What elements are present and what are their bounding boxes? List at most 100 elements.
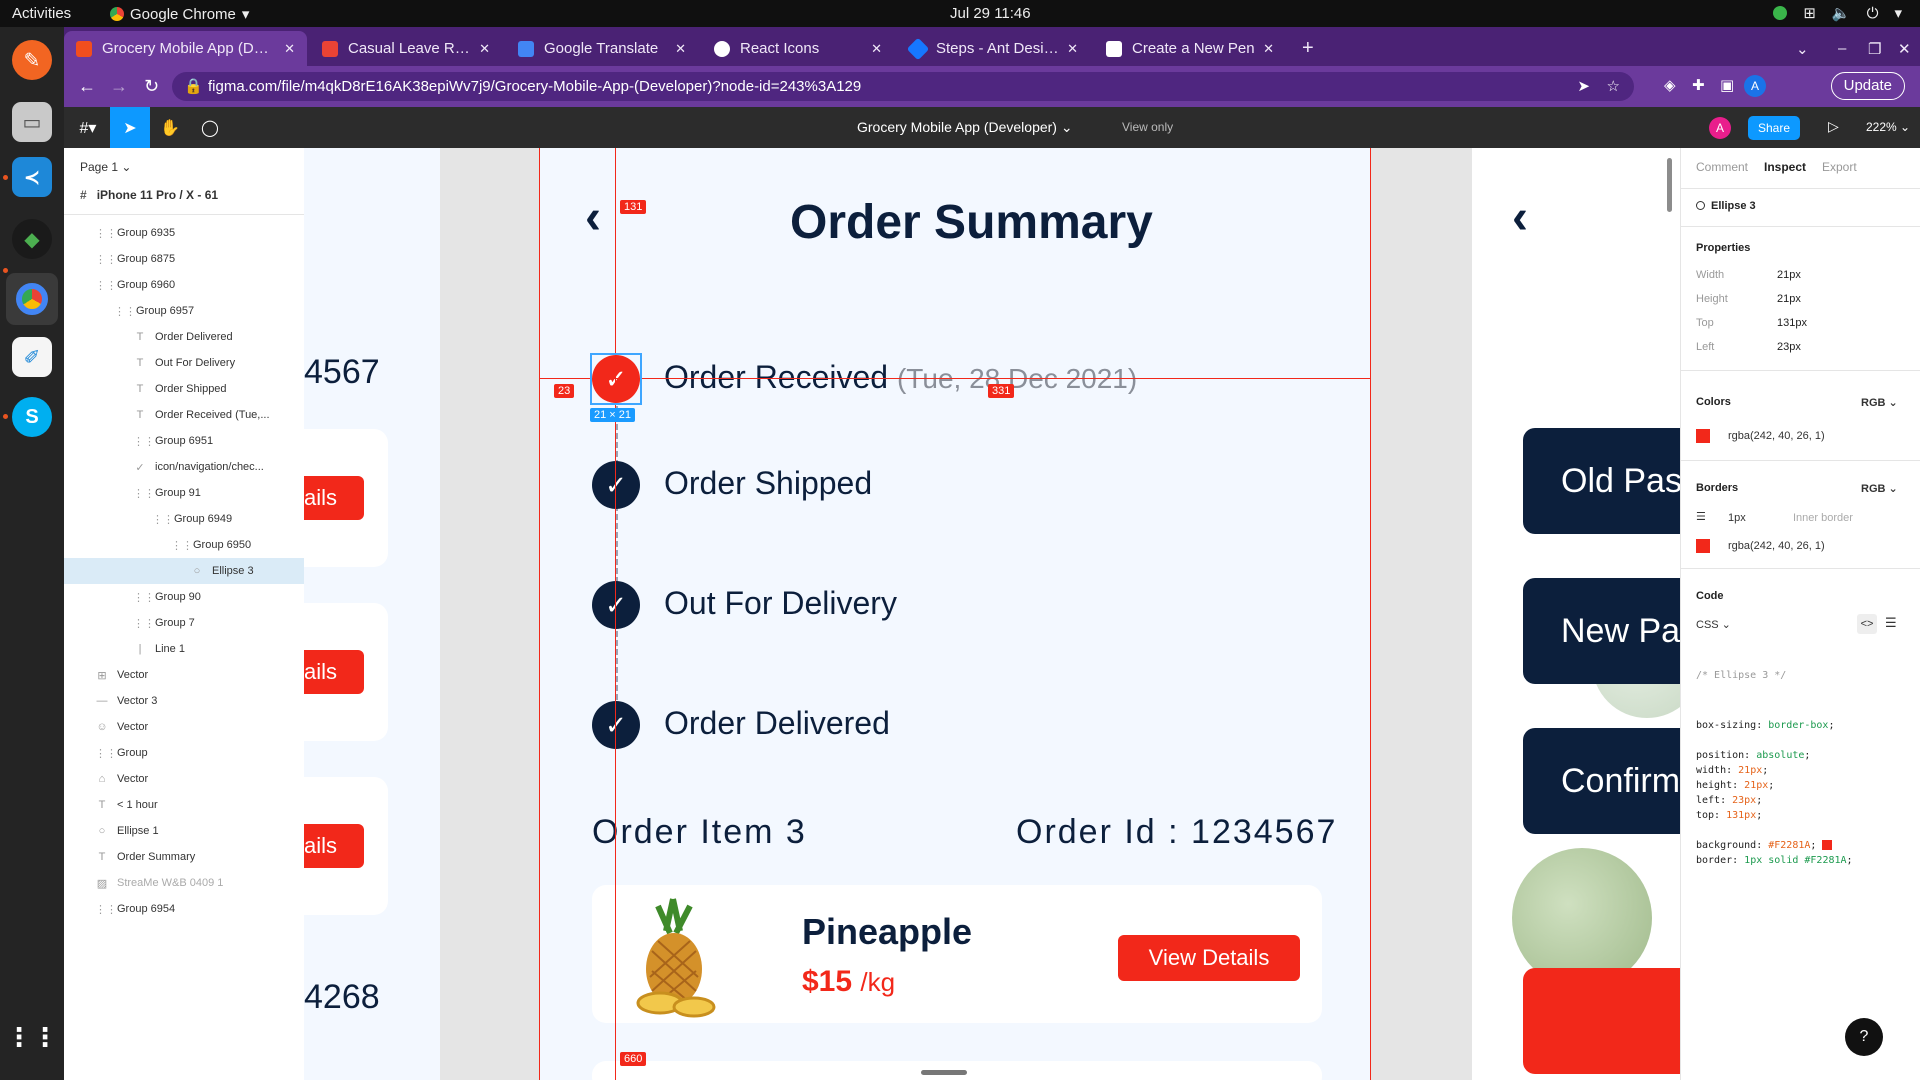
layer-row[interactable]: ⋮⋮ Group 6960 (64, 272, 304, 298)
layer-row[interactable]: — Vector 3 (64, 688, 304, 714)
close-icon[interactable]: ✕ (1263, 41, 1274, 57)
close-icon[interactable]: ✕ (675, 41, 686, 57)
user-avatar[interactable]: A (1709, 117, 1731, 139)
layer-row[interactable]: T Order Summary (64, 844, 304, 870)
layer-row[interactable]: ○ Ellipse 1 (64, 818, 304, 844)
tab-export[interactable]: Export (1822, 160, 1857, 174)
close-icon[interactable]: ✕ (284, 41, 295, 57)
layer-row[interactable]: ⋮⋮ Group 6935 (64, 220, 304, 246)
tab-search-icon[interactable]: ⌄ (1784, 31, 1814, 66)
close-window-icon[interactable]: ✕ (1886, 31, 1916, 66)
dock-files-icon[interactable]: ▭ (12, 102, 52, 142)
layer-row[interactable]: ⋮⋮ Group 7 (64, 610, 304, 636)
layer-row[interactable]: ⋮⋮ Group 6875 (64, 246, 304, 272)
figma-canvas[interactable]: 4567 ails ails ails 4268 ‹ Order Summary… (304, 148, 1680, 1080)
layer-row[interactable]: ☺ Vector (64, 714, 304, 740)
layer-row[interactable]: | Line 1 (64, 636, 304, 662)
system-tray[interactable]: ⊞ 🔈 ⏻ ▾ (1773, 4, 1902, 22)
help-button[interactable]: ? (1845, 1018, 1883, 1056)
tab-google-translate[interactable]: Google Translate ✕ (506, 31, 698, 66)
figma-toolbar: #▾ ➤ ✋ ◯ Grocery Mobile App (Developer) … (64, 107, 1920, 148)
layer-row[interactable]: ⋮⋮ Group 90 (64, 584, 304, 610)
send-icon[interactable]: ➤ (1577, 72, 1590, 101)
tab-casual-leave[interactable]: Casual Leave Required - d ✕ (310, 31, 502, 66)
code-language-dropdown[interactable]: CSS ⌄ (1696, 618, 1731, 631)
layer-row[interactable]: ○ Ellipse 3 (64, 558, 304, 584)
frame-layer[interactable]: # iPhone 11 Pro / X - 61 (80, 188, 218, 202)
activities-button[interactable]: Activities (12, 5, 71, 22)
dock-text-editor-icon[interactable]: ✐ (12, 337, 52, 377)
tab-comment[interactable]: Comment (1696, 160, 1748, 174)
layer-row[interactable]: ⋮⋮ Group 6951 (64, 428, 304, 454)
update-button[interactable]: Update (1830, 72, 1905, 100)
move-tool-icon[interactable]: ➤ (110, 107, 150, 148)
address-input[interactable]: 🔒 figma.com/file/m4qkD8rE16AK38epiWv7j9/… (172, 72, 1634, 101)
border-mode-dropdown[interactable]: RGB ⌄ (1861, 482, 1898, 495)
layer-row[interactable]: ⊞ Vector (64, 662, 304, 688)
layer-row[interactable]: ⋮⋮ Group 6949 (64, 506, 304, 532)
color-mode-dropdown[interactable]: RGB ⌄ (1861, 396, 1898, 409)
minimize-icon[interactable]: – (1826, 31, 1856, 66)
layer-row[interactable]: ⋮⋮ Group (64, 740, 304, 766)
page-selector[interactable]: Page 1 ⌄ (80, 160, 131, 174)
extension-icon[interactable]: ◈ (1664, 76, 1676, 94)
tab-grocery-app[interactable]: Grocery Mobile App (Deve ✕ (64, 31, 307, 66)
layer-row[interactable]: ⋮⋮ Group 91 (64, 480, 304, 506)
app-menu[interactable]: Google Chrome ▾ (110, 5, 249, 23)
layer-row[interactable]: ⌂ Vector (64, 766, 304, 792)
horizontal-scrollbar[interactable] (921, 1070, 967, 1075)
layer-row[interactable]: ✓ icon/navigation/chec... (64, 454, 304, 480)
tab-ant-design-steps[interactable]: Steps - Ant Design ✕ (898, 31, 1090, 66)
color-swatch[interactable] (1696, 429, 1710, 443)
tab-inspect[interactable]: Inspect (1764, 160, 1806, 174)
clock[interactable]: Jul 29 11:46 (950, 5, 1031, 22)
layer-row[interactable]: T Order Received (Tue,... (64, 402, 304, 428)
file-title[interactable]: Grocery Mobile App (Developer) ⌄ (857, 119, 1073, 136)
code-view-icon[interactable]: <> (1857, 614, 1877, 634)
border-color-swatch[interactable] (1696, 539, 1710, 553)
show-apps-icon[interactable]: ⋮⋮ (6, 1017, 58, 1057)
fill-color-value[interactable]: rgba(242, 40, 26, 1) (1728, 430, 1825, 442)
dock-chrome-icon[interactable] (6, 273, 58, 325)
present-icon[interactable]: ▷ (1828, 118, 1839, 135)
sidepanel-icon[interactable]: ▣ (1720, 76, 1734, 94)
layer-row[interactable]: ▨ StreaMe W&B 0409 1 (64, 870, 304, 896)
dock-vscode-icon[interactable]: ≺ (12, 157, 52, 197)
puzzle-icon[interactable]: ✚ (1692, 76, 1705, 94)
bookmark-star-icon[interactable]: ☆ (1607, 72, 1620, 101)
prop-label: Height (1696, 293, 1728, 305)
close-icon[interactable]: ✕ (1067, 41, 1078, 57)
back-icon[interactable]: ← (78, 76, 96, 97)
dock-mongodb-icon[interactable]: ◆ (12, 219, 52, 259)
new-tab-button[interactable]: + (1290, 31, 1330, 66)
reload-icon[interactable]: ↻ (144, 76, 159, 97)
translate-favicon-icon (518, 40, 534, 57)
css-property: box-sizing: (1696, 720, 1769, 731)
layer-row[interactable]: T Order Shipped (64, 376, 304, 402)
dock-figma-icon[interactable]: ✎ (12, 40, 52, 80)
layer-row[interactable]: T Out For Delivery (64, 350, 304, 376)
comment-tool-icon[interactable]: ◯ (190, 107, 230, 148)
border-color-value[interactable]: rgba(242, 40, 26, 1) (1728, 540, 1825, 552)
layer-row[interactable]: ⋮⋮ Group 6957 (64, 298, 304, 324)
layer-row[interactable]: T < 1 hour (64, 792, 304, 818)
tab-codepen[interactable]: Create a New Pen ✕ (1094, 31, 1286, 66)
list-view-icon[interactable]: ☰ (1885, 615, 1897, 631)
tab-react-icons[interactable]: React Icons ✕ (702, 31, 894, 66)
view-details-button[interactable]: View Details (1118, 935, 1300, 981)
share-button[interactable]: Share (1748, 116, 1801, 140)
zoom-dropdown[interactable]: 222% ⌄ (1866, 120, 1910, 134)
maximize-icon[interactable]: ❐ (1856, 31, 1886, 66)
figma-menu-icon[interactable]: #▾ (68, 107, 108, 148)
layer-row[interactable]: ⋮⋮ Group 6950 (64, 532, 304, 558)
close-icon[interactable]: ✕ (479, 41, 490, 57)
dock-skype-icon[interactable]: S (12, 397, 52, 437)
hand-tool-icon[interactable]: ✋ (150, 107, 190, 148)
profile-avatar[interactable]: A (1744, 75, 1766, 97)
close-icon[interactable]: ✕ (871, 41, 882, 57)
vertical-scrollbar[interactable] (1667, 158, 1672, 212)
forward-icon[interactable]: → (110, 76, 128, 97)
layer-row[interactable]: ⋮⋮ Group 6954 (64, 896, 304, 922)
layer-row[interactable]: T Order Delivered (64, 324, 304, 350)
css-code-block[interactable]: /* Ellipse 3 */ box-sizing: border-box; p… (1696, 648, 1853, 890)
